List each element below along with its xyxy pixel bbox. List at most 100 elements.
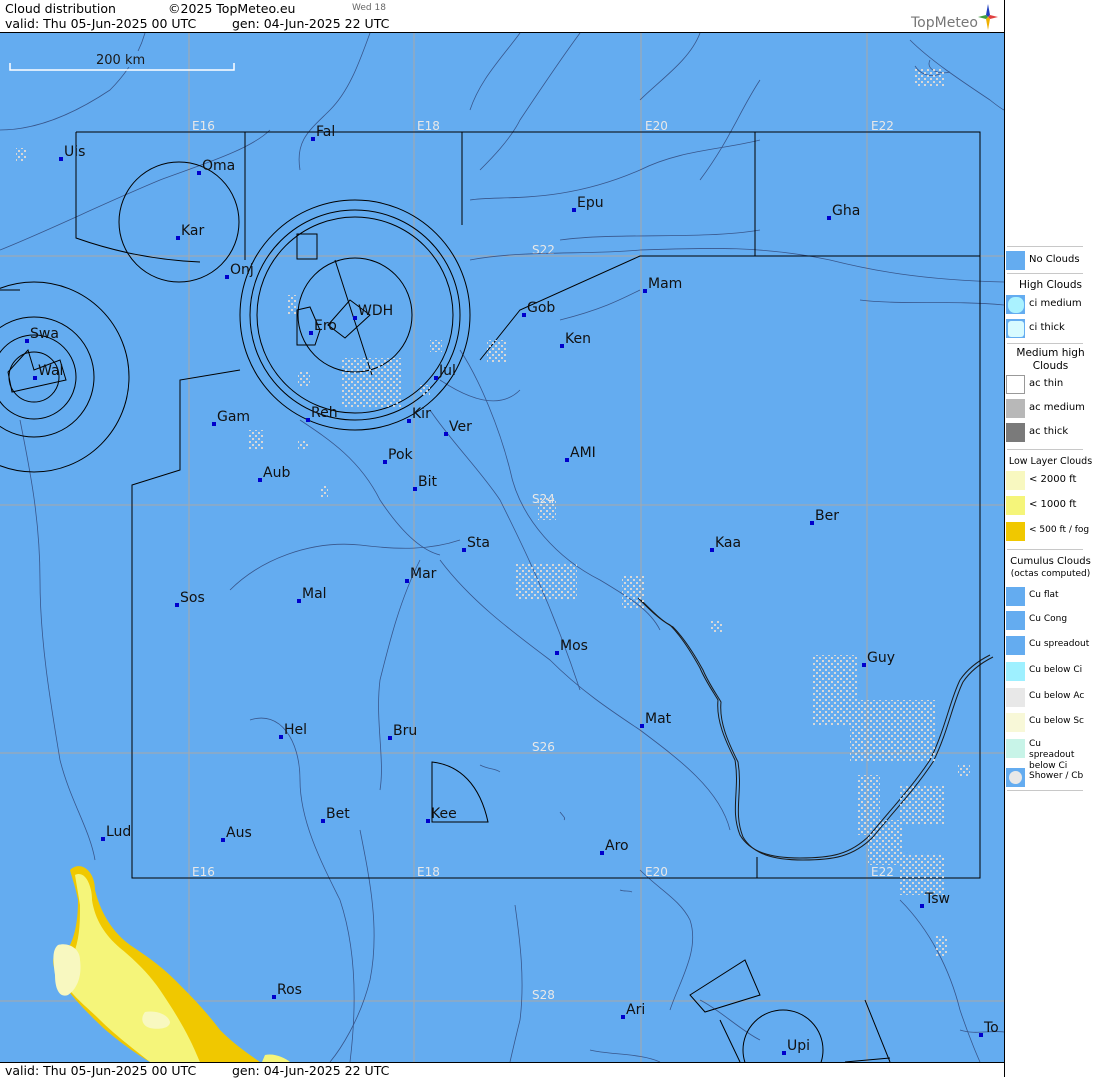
logo-text: TopMeteo [911, 15, 978, 31]
place-marker [407, 419, 411, 423]
place-label: Aro [605, 838, 629, 854]
legend-label: Cu below Ci [1029, 665, 1083, 675]
ci-medium-swatch [1006, 295, 1025, 314]
lat-label: S28 [532, 988, 555, 1002]
place-lud: Lud [101, 824, 131, 841]
legend-ci-thick: ci thick [1005, 317, 1095, 339]
place-marker [321, 819, 325, 823]
place-reh: Reh [306, 405, 338, 422]
legend-cu-cong: Cu Cong [1005, 609, 1095, 631]
place-marker [311, 137, 315, 141]
legend-label: ac medium [1029, 402, 1085, 413]
place-label: Onj [230, 262, 254, 278]
place-ber: Ber [810, 508, 839, 525]
low-2000-swatch [1006, 471, 1025, 490]
place-label: Reh [311, 405, 338, 421]
legend-label: Cu flat [1029, 590, 1059, 600]
place-ros: Ros [272, 982, 302, 999]
low-1000-swatch [1006, 496, 1025, 515]
place-marker [272, 995, 276, 999]
legend-low-1000: < 1000 ft [1005, 494, 1095, 516]
lon-label-top: E22 [871, 119, 894, 133]
place-label: Swa [30, 326, 59, 342]
place-oma: Oma [197, 158, 235, 175]
legend-no-clouds: No Clouds [1005, 249, 1095, 271]
place-label: Gam [217, 409, 250, 425]
place-sta: Sta [462, 535, 490, 552]
place-label: Mos [560, 638, 588, 654]
place-pok: Pok [383, 447, 414, 464]
legend-label: Cu spreadout [1029, 639, 1090, 649]
place-label: Hel [284, 722, 307, 738]
legend-label: < 2000 ft [1029, 474, 1077, 485]
legend-label: Shower / Cb [1029, 771, 1084, 781]
place-mar: Mar [405, 566, 437, 583]
place-label: Kar [181, 223, 205, 239]
legend-section-low: Low Layer Clouds [1008, 456, 1093, 467]
compass-icon [978, 4, 998, 30]
place-marker [225, 275, 229, 279]
ci-thick-swatch [1006, 319, 1025, 338]
place-gha: Gha [827, 203, 860, 220]
place-label: Uis [64, 144, 85, 160]
place-epu: Epu [572, 195, 604, 212]
ac-thick-swatch [1006, 423, 1025, 442]
place-label: Mar [410, 566, 437, 582]
place-marker [643, 289, 647, 293]
cu-cong-swatch [1006, 611, 1025, 630]
place-label: Wal [38, 363, 63, 379]
legend-label: ac thin [1029, 378, 1064, 389]
place-label: Ari [626, 1002, 645, 1018]
place-label: Ero [314, 318, 337, 334]
place-marker [862, 663, 866, 667]
legend-ci-medium: ci medium [1005, 293, 1095, 315]
place-kee: Kee [426, 806, 457, 823]
place-kar: Kar [176, 223, 205, 240]
place-marker [462, 548, 466, 552]
place-label: Mal [302, 586, 327, 602]
place-label: AMI [570, 445, 596, 461]
legend-label: < 1000 ft [1029, 499, 1077, 510]
copyright-text: ©2025 TopMeteo.eu [168, 1, 296, 16]
place-gob: Gob [522, 300, 555, 317]
legend-label: < 500 ft / fog [1029, 525, 1090, 535]
place-marker [920, 904, 924, 908]
legend-low-500: < 500 ft / fog [1005, 520, 1095, 542]
place-marker [212, 422, 216, 426]
legend-section-cumulus: Cumulus Clouds [1010, 556, 1091, 567]
place-tsw: Tsw [920, 891, 950, 908]
place-ero: Ero [309, 318, 337, 335]
place-marker [413, 487, 417, 491]
place-bru: Bru [388, 723, 417, 740]
place-label: To [983, 1020, 999, 1036]
place-label: Sta [467, 535, 490, 551]
place-label: Ber [815, 508, 839, 524]
place-label: Epu [577, 195, 604, 211]
place-marker [640, 724, 644, 728]
lat-label: S22 [532, 243, 555, 257]
place-marker [25, 339, 29, 343]
place-sos: Sos [175, 590, 205, 607]
lon-label-bottom: E18 [417, 865, 440, 879]
lat-label: S26 [532, 740, 555, 754]
place-label: Ver [449, 419, 472, 435]
place-marker [710, 548, 714, 552]
legend-cu-subtitle: (octas computed) [1010, 569, 1091, 579]
legend-label: ci medium [1029, 298, 1082, 309]
place-label: Sos [180, 590, 205, 606]
map-canvas: E16 E18 E20 E22 E16 E18 E20 E22 S22 S24 … [0, 33, 1004, 1062]
place-marker [827, 216, 831, 220]
place-marker [221, 838, 225, 842]
legend-cu-spread: Cu spreadout [1005, 634, 1095, 656]
legend-low-2000: < 2000 ft [1005, 469, 1095, 491]
place-wdh: WDH [353, 303, 393, 320]
legend-section-medium: Medium high Clouds [1016, 347, 1085, 372]
place-aub: Aub [258, 465, 290, 482]
place-marker [600, 851, 604, 855]
place-label: Pok [388, 447, 414, 463]
valid-time: valid: Thu 05-Jun-2025 00 UTC [5, 16, 197, 31]
place-marker [197, 171, 201, 175]
cloud-map[interactable]: E16 E18 E20 E22 E16 E18 E20 E22 S22 S24 … [0, 33, 1004, 1062]
place-marker [279, 735, 283, 739]
footer-generated-time: gen: 04-Jun-2025 22 UTC [232, 1063, 390, 1078]
